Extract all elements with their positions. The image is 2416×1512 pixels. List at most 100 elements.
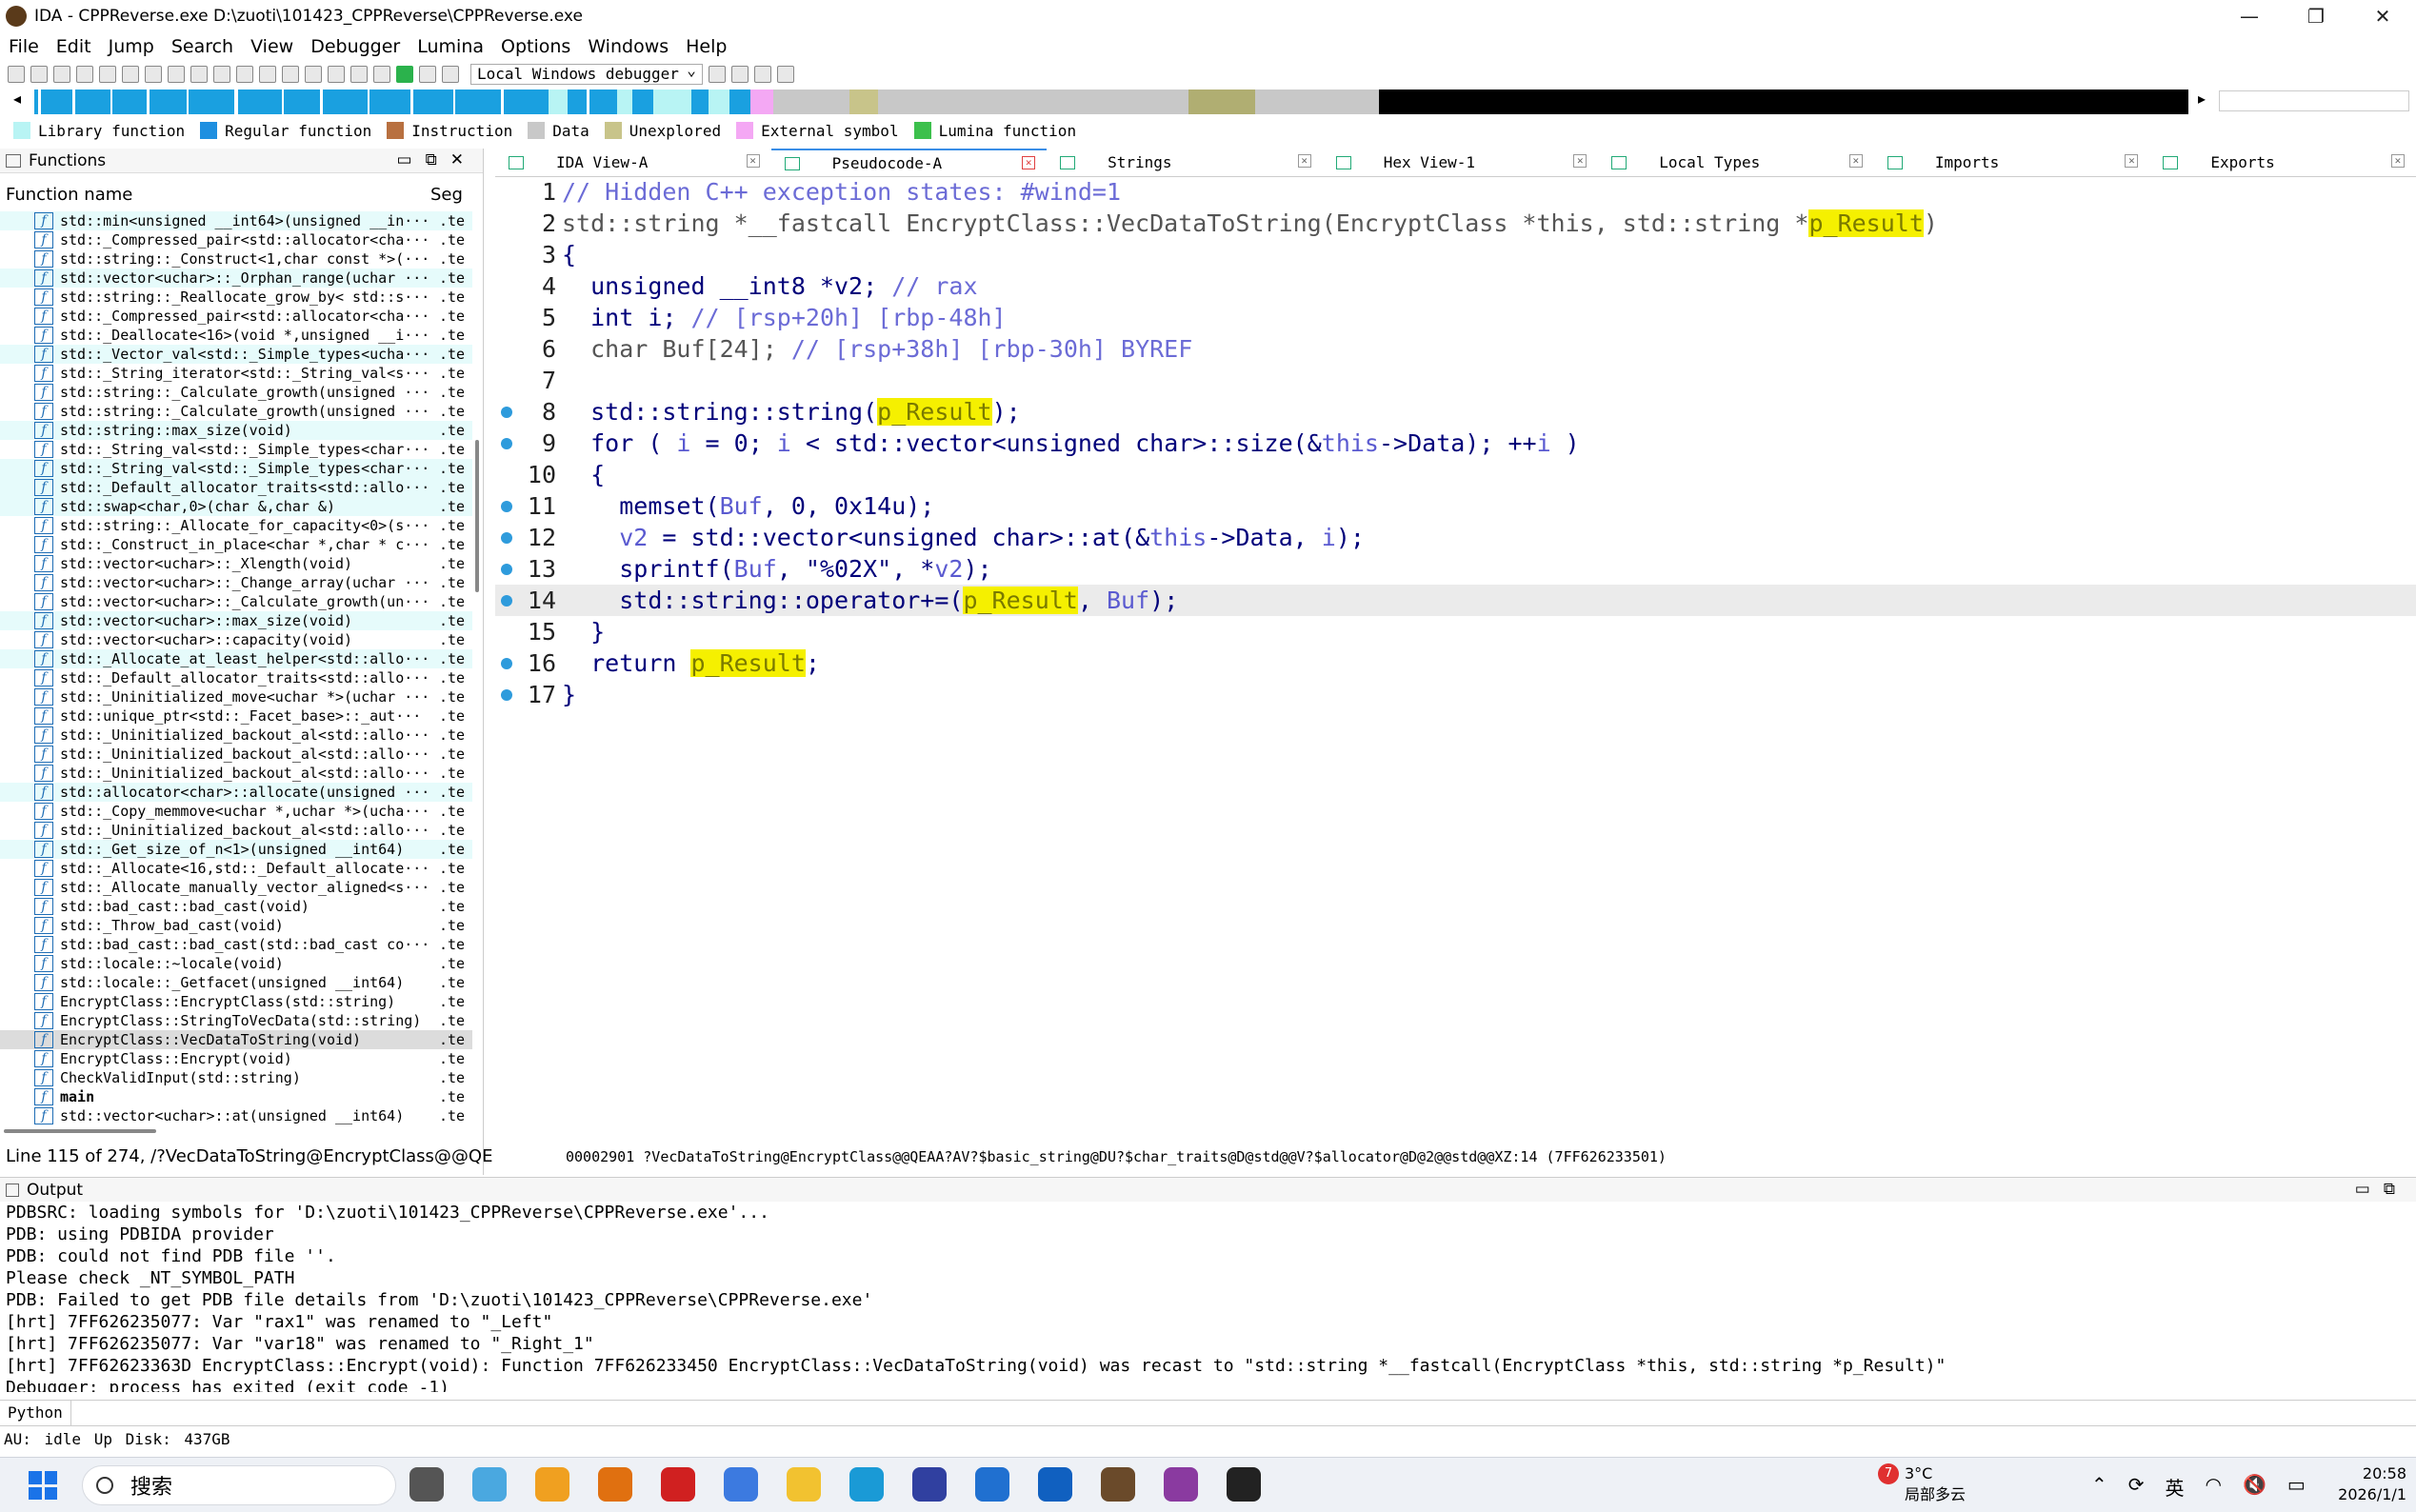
function-row[interactable]: f std::string::_Construct<1,char const *>… [0,249,472,269]
function-row[interactable]: f std::_Throw_bad_cast(void) .te [0,916,472,935]
app-icon[interactable] [912,1467,947,1502]
ida64-taskbar-icon[interactable] [1164,1467,1198,1502]
function-row[interactable]: f std::_Vector_val<std::_Simple_types<uch… [0,345,472,364]
tab-local-types[interactable]: Local Types ✕ [1598,149,1874,176]
function-row[interactable]: f std::_Uninitialized_backout_al<std::all… [0,821,472,840]
code-line[interactable]: 16 return p_Result; [495,647,2416,679]
nav-left-arrow-icon[interactable]: ◂ [13,90,21,108]
function-row[interactable]: f std::_Copy_memmove<uchar *,uchar *>(uch… [0,802,472,821]
function-row[interactable]: f std::_Deallocate<16>(void *,unsigned __… [0,326,472,345]
function-row[interactable]: f std::_Uninitialized_backout_al<std::all… [0,764,472,783]
hex-icon[interactable] [99,66,116,83]
function-row[interactable]: f std::_Compressed_pair<std::allocator<ch… [0,307,472,326]
edge-app-icon[interactable] [849,1467,884,1502]
volume-muted-icon[interactable]: 🔇 [2243,1473,2266,1501]
code-line[interactable]: 4 unsigned __int8 *v2; // rax [495,270,2416,302]
menu-view[interactable]: View [242,36,302,57]
browser-app-icon[interactable] [472,1467,507,1502]
file-explorer-app-icon[interactable] [535,1467,569,1502]
function-row[interactable]: f std::string::_Reallocate_grow_by< std::… [0,288,472,307]
function-row[interactable]: f EncryptClass::Encrypt(void) .te [0,1049,472,1068]
function-row[interactable]: f std::bad_cast::bad_cast(std::bad_cast c… [0,935,472,954]
tab-exports[interactable]: Exports ✕ [2149,149,2416,176]
functions-list[interactable]: f std::min<unsigned __int64>(unsigned __i… [0,211,472,1164]
close-window-button[interactable]: ✕ [2349,0,2416,32]
function-row-selected[interactable]: f EncryptClass::VecDataToString(void) .te [0,1030,472,1049]
taskbar-search[interactable]: 搜索 [82,1465,396,1505]
tab-pseudocode-a[interactable]: Pseudocode-A ✕ [770,149,1048,176]
tab-close-icon[interactable]: ✕ [1848,154,1863,168]
graph-icon[interactable] [236,66,253,83]
code-line[interactable]: 3{ [495,239,2416,270]
python-command-line[interactable]: Python [0,1400,2416,1426]
function-row[interactable]: f std::vector<uchar>::_Xlength(void) .te [0,554,472,573]
code-line[interactable]: 17} [495,679,2416,710]
function-row[interactable]: f EncryptClass::EncryptClass(std::string)… [0,992,472,1011]
function-row[interactable]: f std::vector<uchar>::capacity(void) .te [0,630,472,649]
function-row[interactable]: f std::_Default_allocator_traits<std::all… [0,668,472,687]
function-row[interactable]: f std::min<unsigned __int64>(unsigned __i… [0,211,472,230]
function-icon[interactable] [328,66,345,83]
string-icon[interactable] [213,66,230,83]
menu-edit[interactable]: Edit [48,36,100,57]
pause-icon[interactable] [419,66,436,83]
outlook-app-icon[interactable] [1038,1467,1072,1502]
code-line[interactable]: 13 sprintf(Buf, "%02X", *v2); [495,553,2416,585]
task-view-icon[interactable] [409,1467,444,1502]
ida-taskbar-icon[interactable] [1101,1467,1135,1502]
code-icon[interactable] [259,66,276,83]
function-row[interactable]: f std::string::_Allocate_for_capacity<0>(… [0,516,472,535]
code-line[interactable]: 6 char Buf[24]; // [rsp+38h] [rbp-30h] B… [495,333,2416,365]
col-segment[interactable]: Seg [430,185,463,205]
function-row[interactable]: f std::_Default_allocator_traits<std::all… [0,478,472,497]
forward-icon[interactable] [76,66,93,83]
enum-icon[interactable] [168,66,185,83]
list-indent-icon[interactable] [776,66,794,83]
function-row[interactable]: f std::_String_val<std::_Simple_types<cha… [0,459,472,478]
code-line[interactable]: 11 memset(Buf, 0, 0x14u); [495,490,2416,522]
function-row[interactable]: f std::_Uninitialized_backout_al<std::all… [0,745,472,764]
function-row[interactable]: f std::string::_Calculate_growth(unsigned… [0,383,472,402]
functions-column-header[interactable]: Function name Seg [6,185,472,205]
function-row[interactable]: f std::_Uninitialized_backout_al<std::all… [0,726,472,745]
tab-imports[interactable]: Imports ✕ [1874,149,2150,176]
battery-icon[interactable]: ▭ [2287,1473,2306,1501]
functions-scroll-thumb[interactable] [475,440,479,592]
col-function-name[interactable]: Function name [6,185,430,205]
function-row[interactable]: f std::string::_Calculate_growth(unsigned… [0,402,472,421]
menu-lumina[interactable]: Lumina [409,36,492,57]
devcpp-app-icon[interactable] [661,1467,695,1502]
function-row[interactable]: f std::_Allocate_at_least_helper<std::all… [0,649,472,668]
save-icon[interactable] [30,66,48,83]
ime-indicator[interactable]: 英 [2166,1473,2185,1501]
data-icon[interactable] [282,66,299,83]
tab-close-icon[interactable]: ✕ [746,154,760,168]
tab-strings[interactable]: Strings ✕ [1047,149,1323,176]
stop-icon[interactable] [442,66,459,83]
jump-icon[interactable] [190,66,208,83]
menu-debugger[interactable]: Debugger [302,36,409,57]
struct-icon[interactable] [145,66,162,83]
lumina-icon[interactable] [373,66,390,83]
function-row[interactable]: f std::_Get_size_of_n<1>(unsigned __int64… [0,840,472,859]
attach-icon[interactable] [708,66,726,83]
function-row[interactable]: f std::_String_val<std::_Simple_types<cha… [0,440,472,459]
functions-hscroll-thumb[interactable] [4,1129,156,1133]
function-row[interactable]: f std::swap<char,0>(char &,char &) .te [0,497,472,516]
typora-app-icon[interactable] [1227,1467,1261,1502]
wifi-icon[interactable]: ◠ [2206,1473,2222,1501]
functions-panel-controls[interactable]: ▭⧉✕ [397,150,477,169]
code-line[interactable]: 8 std::string::string(p_Result); [495,396,2416,428]
tab-hex-view-1[interactable]: Hex View-1 ✕ [1323,149,1599,176]
back-icon[interactable] [53,66,70,83]
python-language-button[interactable]: Python [0,1401,71,1425]
function-row[interactable]: f std::_String_iterator<std::_String_val<… [0,364,472,383]
function-row[interactable]: f std::vector<uchar>::at(unsigned __int64… [0,1106,472,1125]
function-row[interactable]: f main .te [0,1087,472,1106]
output-log[interactable]: PDBSRC: loading symbols for 'D:\zuoti\10… [6,1202,2406,1392]
function-row[interactable]: f std::bad_cast::bad_cast(void) .te [0,897,472,916]
taskbar-clock[interactable]: 20:58 2026/1/1 [2338,1463,2406,1505]
nav-search-field[interactable] [2219,90,2409,111]
code-line-current[interactable]: 14 std::string::operator+=(p_Result, Buf… [495,585,2416,616]
code-line[interactable]: 2 std::string *__fastcall EncryptClass::V… [495,208,2416,239]
